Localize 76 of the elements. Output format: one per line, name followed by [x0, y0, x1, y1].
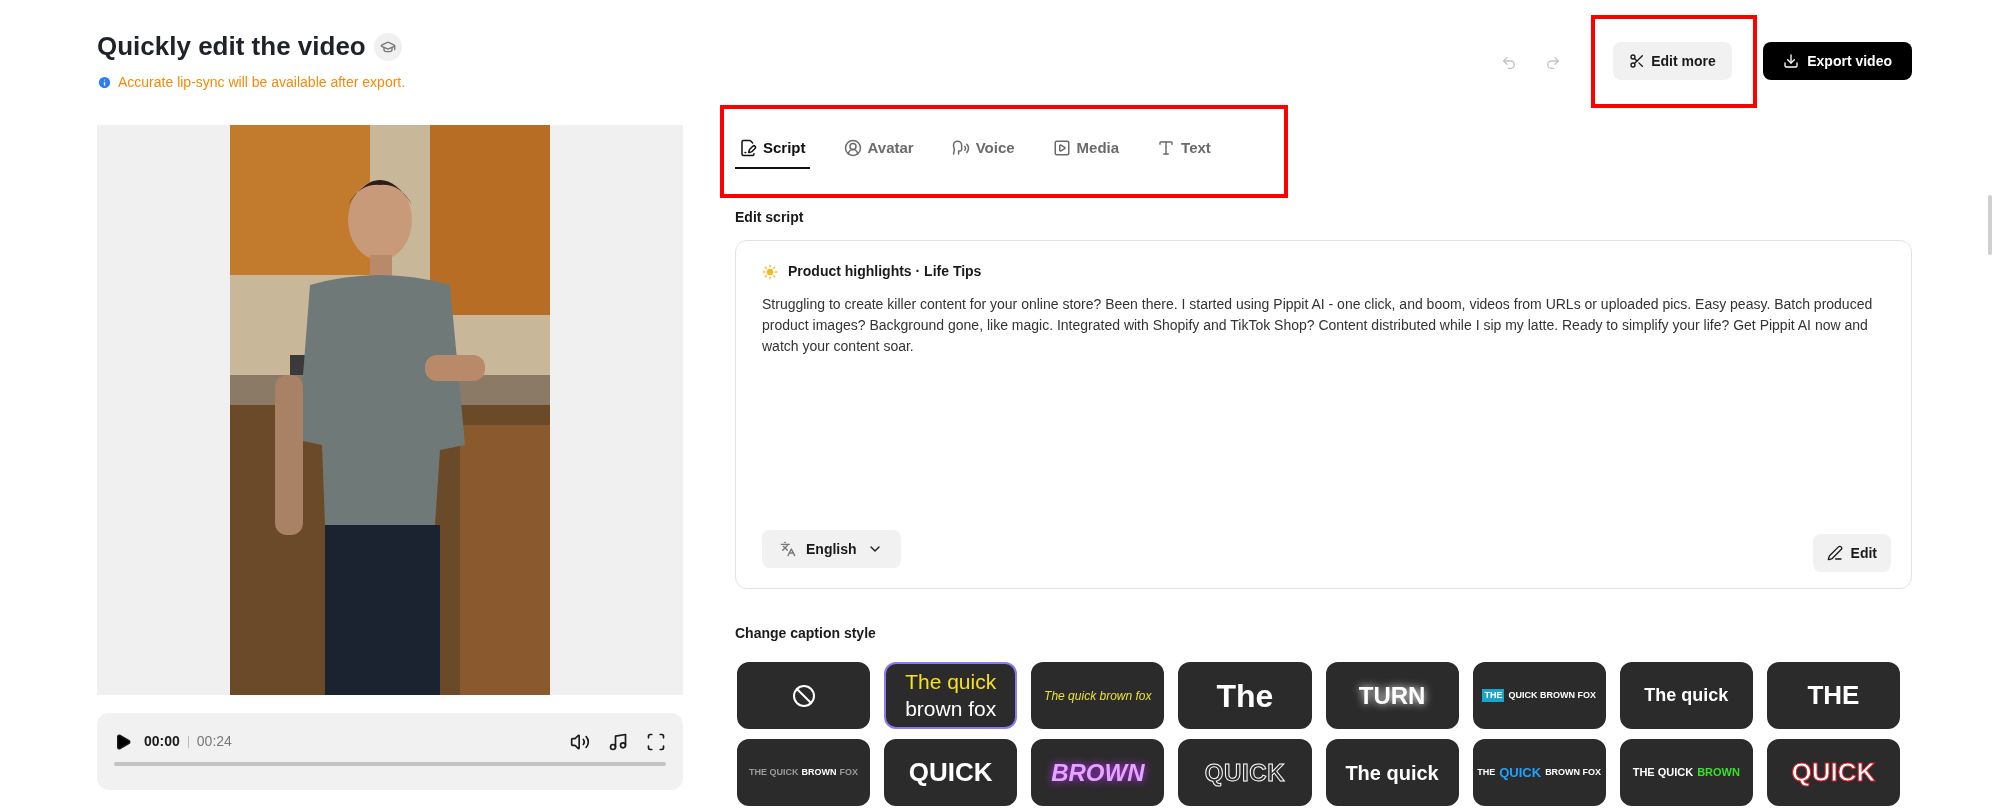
caption-style-option[interactable]: TURN: [1325, 662, 1459, 729]
language-select[interactable]: English: [762, 530, 901, 568]
caption-sample-text: BROWN: [801, 765, 837, 779]
pen-icon: [1826, 545, 1843, 561]
current-time: 00:00: [144, 732, 180, 751]
no-caption-icon: [791, 683, 816, 708]
caption-style-option[interactable]: THE QUICK BROWN FOX: [1472, 739, 1606, 806]
tab[interactable]: Avatar: [839, 129, 918, 169]
caption-sample-text: QUICK: [1204, 758, 1286, 786]
caption-sample-text: THE: [1807, 680, 1860, 710]
caption-sample-text: The quick: [905, 669, 997, 696]
caption-style-option[interactable]: QUICK: [1766, 739, 1900, 806]
caption-sample-text: THE QUICK: [749, 765, 799, 779]
tab[interactable]: Text: [1153, 129, 1215, 169]
caption-sample-text: BROWN: [1051, 758, 1145, 786]
caption-style-option[interactable]: The quick: [1325, 739, 1459, 806]
caption-style-option[interactable]: The: [1178, 662, 1312, 729]
section-title: Edit script: [735, 208, 805, 227]
sun-icon: [762, 263, 778, 280]
undo-icon: [1501, 55, 1518, 71]
tutorial-button[interactable]: [373, 32, 402, 61]
download-icon: [1783, 53, 1800, 69]
caption-sample-text: BROWN FOX: [1545, 765, 1602, 779]
edit-more-button[interactable]: Edit more: [1613, 42, 1732, 80]
caption-style-option[interactable]: The quick brown fox: [1031, 662, 1165, 729]
section-title: Change caption style: [735, 624, 877, 643]
caption-style-option[interactable]: QUICK: [884, 739, 1018, 806]
script-text: Struggling to create killer content for your online store? Been there. I started using Pippit AI - one click, and boom, videos from URLs or uploaded pics. Easy peasy. Batch produced product images? Background gone, like magic. Integrated with Shopify and TikTok Shop? Content distributed while I sip my latte. Ready to simplify your life? Get Pippit AI now and watch your content soar.: [762, 295, 1874, 356]
caption-sample-text: brown fox: [905, 695, 997, 722]
caption-sample-text: The quick brown fox: [1044, 688, 1152, 703]
caption-sample-text: QUICK: [1791, 757, 1876, 787]
info-icon: [97, 75, 112, 90]
translate-icon: [780, 541, 796, 557]
caption-sample-text: The: [1216, 677, 1274, 714]
caption-sample-text: THE: [1482, 688, 1505, 703]
text-icon: [1157, 139, 1176, 157]
caption-style-option[interactable]: THE QUICK BROWN: [1619, 739, 1753, 806]
caption-style-option[interactable]: THE QUICK BROWN FOX: [737, 739, 871, 806]
music-note-icon[interactable]: [608, 731, 628, 752]
script-topic: Product highlights · Life Tips: [788, 262, 982, 281]
caption-style-option[interactable]: BROWN: [1031, 739, 1165, 806]
caption-sample-text: FOX: [839, 765, 859, 779]
duration: 00:24: [196, 732, 232, 751]
tab[interactable]: Voice: [947, 129, 1019, 169]
caption-sample-text: THE QUICK: [1632, 765, 1694, 781]
play-frame-icon: [1052, 139, 1071, 157]
caption-style-option[interactable]: The quick: [1619, 662, 1753, 729]
caption-sample-text: THE: [1477, 765, 1496, 779]
page-title: Quickly edit the video: [97, 30, 366, 63]
caption-sample-text: TURN: [1358, 681, 1426, 709]
progress-track[interactable]: [114, 762, 666, 766]
caption-style-option[interactable]: [737, 662, 871, 729]
volume-icon[interactable]: [570, 731, 590, 752]
caption-sample-text: BROWN: [1697, 765, 1740, 781]
caption-sample-text: QUICK: [1499, 763, 1542, 782]
caption-sample-text: QUICK BROWN FOX: [1508, 688, 1596, 702]
speaking-head-icon: [951, 139, 970, 157]
redo-icon: [1545, 55, 1562, 71]
fullscreen-icon[interactable]: [646, 731, 666, 752]
scissors-icon: [1629, 53, 1646, 69]
export-video-button[interactable]: Export video: [1763, 42, 1912, 80]
caption-style-option[interactable]: The quick brown fox: [884, 662, 1018, 729]
person-icon: [843, 139, 862, 157]
caption-style-option[interactable]: QUICK: [1178, 739, 1312, 806]
caption-sample-text: QUICK: [908, 757, 993, 787]
caption-style-option[interactable]: THE: [1766, 662, 1900, 729]
scrollbar[interactable]: [1988, 195, 1992, 255]
play-icon[interactable]: [114, 732, 132, 751]
document-pen-icon: [739, 139, 757, 157]
caption-sample-text: The quick: [1345, 761, 1439, 784]
lip-sync-notice: Accurate lip-sync will be available after export.: [118, 73, 406, 92]
tab[interactable]: Script: [735, 129, 810, 169]
edit-script-button[interactable]: Edit: [1812, 534, 1891, 572]
caption-style-option[interactable]: THE QUICK BROWN FOX: [1472, 662, 1606, 729]
caption-sample-text: The quick: [1644, 685, 1729, 705]
tab[interactable]: Media: [1048, 129, 1124, 169]
